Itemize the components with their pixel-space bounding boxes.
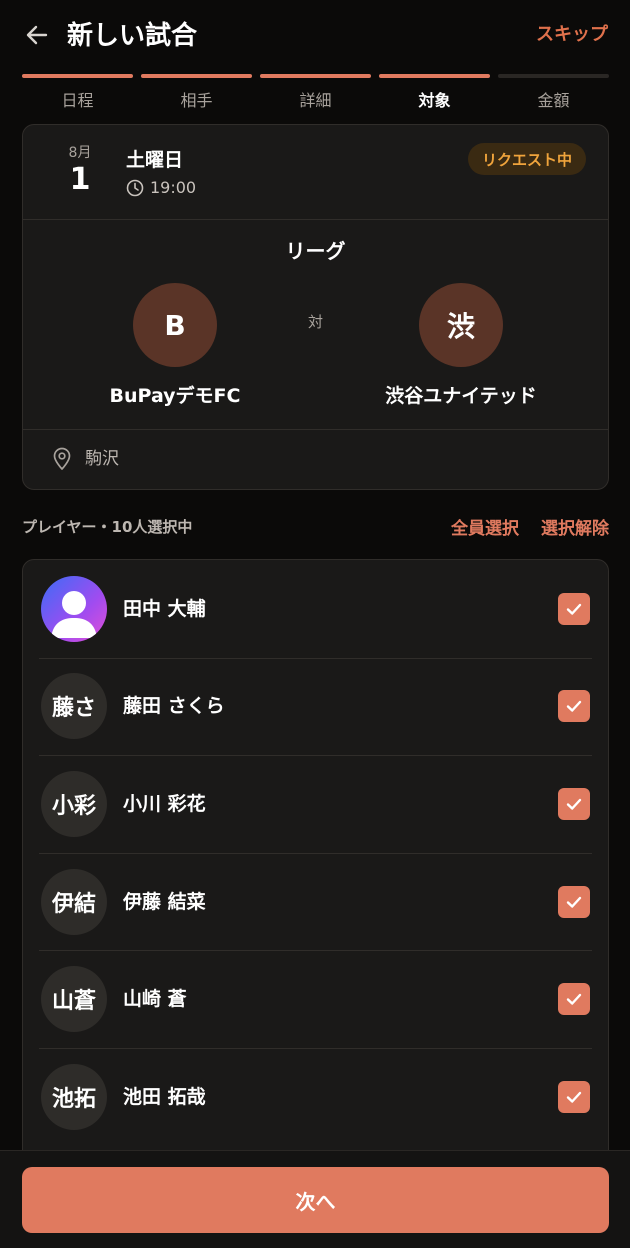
check-icon — [566, 1091, 582, 1103]
player-name: 田中 大輔 — [123, 597, 206, 620]
step-bar — [141, 74, 252, 78]
date-day: 1 — [69, 162, 91, 197]
avatar: 小彩 — [41, 770, 107, 837]
avatar: 伊結 — [41, 868, 107, 935]
players-list: 田中 大輔 藤さ 藤田 さくら 小彩 小川 彩花 伊結 伊藤 結菜 山蒼 山崎 … — [22, 559, 609, 1179]
avatar: 山蒼 — [41, 966, 107, 1033]
clock-icon — [126, 179, 144, 197]
divider — [23, 219, 608, 220]
player-checkbox[interactable] — [558, 885, 590, 918]
player-row[interactable]: 山蒼 山崎 蒼 — [23, 950, 608, 1048]
players-header: プレイヤー・10人選択中 全員選択 選択解除 — [22, 512, 609, 540]
time-text: 19:00 — [150, 178, 197, 197]
location-pin-icon — [53, 447, 71, 470]
check-icon — [566, 701, 582, 713]
step-target[interactable]: 対象 — [379, 74, 490, 112]
step-bar — [22, 74, 133, 78]
step-bar — [498, 74, 609, 78]
player-row[interactable]: 田中 大輔 — [23, 560, 608, 658]
team-avatar: 渋 — [419, 283, 503, 367]
away-team: 渋 渋谷ユナイテッド — [351, 283, 571, 409]
avatar — [41, 575, 107, 642]
player-name: 藤田 さくら — [123, 695, 225, 718]
player-name: 伊藤 結菜 — [123, 890, 206, 913]
step-indicator: 日程 相手 詳細 対象 金額 — [22, 74, 609, 112]
step-details[interactable]: 詳細 — [260, 74, 371, 112]
league-label: リーグ — [285, 239, 346, 263]
arrow-left-icon — [26, 25, 48, 45]
player-checkbox[interactable] — [558, 983, 590, 1016]
step-opponent[interactable]: 相手 — [141, 74, 252, 112]
skip-button[interactable]: スキップ — [536, 22, 608, 48]
next-button[interactable]: 次へ — [22, 1167, 609, 1233]
venue: 駒沢 — [51, 447, 119, 471]
step-label: 対象 — [418, 91, 451, 110]
date-month: 8月 — [68, 145, 92, 161]
home-team: B BuPayデモFC — [65, 283, 285, 409]
step-label: 金額 — [537, 91, 570, 110]
player-row[interactable]: 池拓 池田 拓哉 — [23, 1047, 608, 1146]
step-label: 相手 — [180, 91, 213, 110]
check-icon — [566, 798, 582, 810]
player-row[interactable]: 小彩 小川 彩花 — [23, 755, 608, 853]
players-count: プレイヤー・10人選択中 — [22, 517, 193, 536]
step-label: 詳細 — [299, 91, 332, 110]
avatar: 藤さ — [41, 673, 107, 740]
step-label: 日程 — [61, 91, 94, 110]
footer-bar: 次へ — [0, 1150, 630, 1248]
player-checkbox[interactable] — [558, 690, 590, 723]
step-schedule[interactable]: 日程 — [22, 74, 133, 112]
team-name: BuPayデモFC — [109, 385, 241, 407]
player-name: 山崎 蒼 — [123, 988, 187, 1011]
step-bar — [260, 74, 371, 78]
step-bar — [379, 74, 490, 78]
app-header: 新しい試合 スキップ — [0, 0, 630, 70]
check-icon — [566, 896, 582, 908]
player-checkbox[interactable] — [558, 787, 590, 820]
player-checkbox[interactable] — [558, 592, 590, 625]
player-name: 池田 拓哉 — [123, 1085, 206, 1108]
player-row[interactable]: 伊結 伊藤 結菜 — [23, 852, 608, 951]
check-icon — [566, 993, 582, 1005]
user-silhouette-icon — [51, 590, 97, 638]
divider — [23, 429, 608, 430]
match-time: 19:00 — [126, 177, 196, 199]
page-title: 新しい試合 — [67, 21, 198, 51]
back-button[interactable] — [20, 18, 54, 52]
date-box: 8月 1 — [61, 143, 99, 197]
select-all-button[interactable]: 全員選択 — [451, 514, 519, 539]
weekday: 土曜日 — [126, 149, 184, 171]
avatar: 池拓 — [41, 1063, 107, 1130]
step-amount[interactable]: 金額 — [498, 74, 609, 112]
check-icon — [566, 603, 582, 615]
player-checkbox[interactable] — [558, 1080, 590, 1113]
player-name: 小川 彩花 — [123, 792, 206, 815]
team-name: 渋谷ユナイテッド — [385, 385, 537, 407]
player-row[interactable]: 藤さ 藤田 さくら — [23, 657, 608, 756]
status-badge: リクエスト中 — [467, 143, 586, 175]
match-card: 8月 1 土曜日 19:00 リクエスト中 リーグ B BuPayデモFC 対 … — [22, 124, 609, 490]
venue-name: 駒沢 — [85, 449, 119, 469]
deselect-all-button[interactable]: 選択解除 — [541, 514, 609, 539]
